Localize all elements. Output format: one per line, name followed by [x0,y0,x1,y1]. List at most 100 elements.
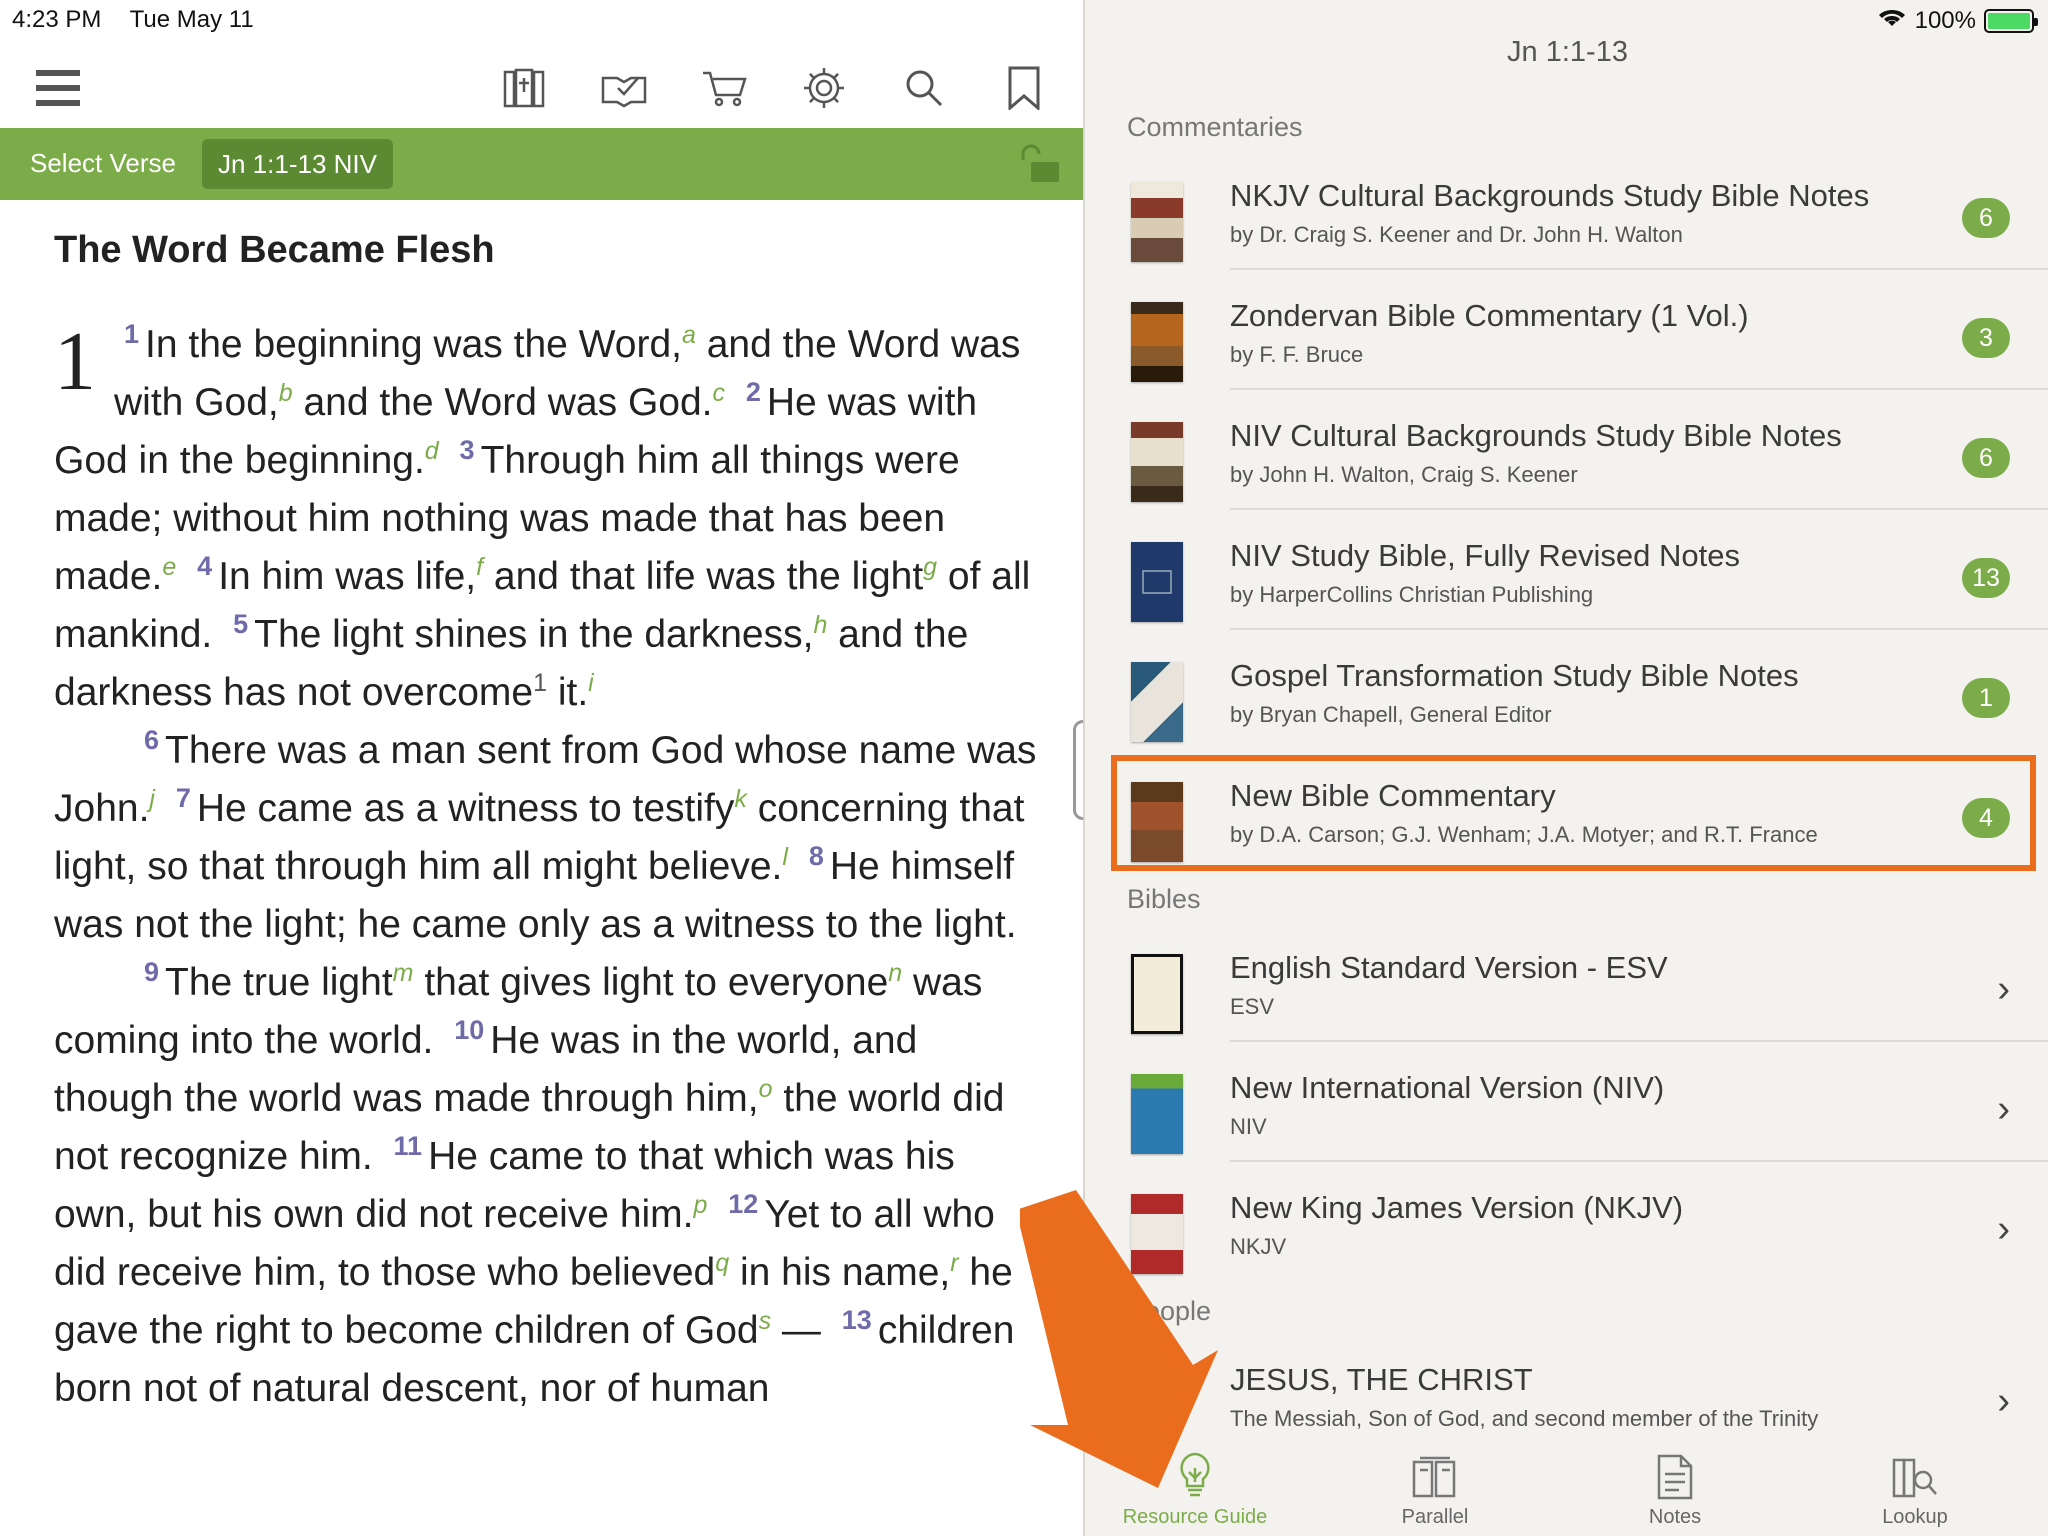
lightbulb-icon [1085,1436,1305,1500]
chapter-number: 1 [54,315,96,408]
footnote-marker[interactable]: g [923,553,937,581]
menu-icon[interactable] [30,60,86,116]
tab-parallel[interactable]: Parallel [1325,1436,1545,1536]
footnote-marker[interactable]: d [425,437,439,465]
tab-resource-guide[interactable]: Resource Guide [1085,1436,1305,1536]
verse-text[interactable]: and that life was the light [483,555,923,598]
book-cover-image [1131,182,1183,262]
select-verse-button[interactable]: Select Verse [30,148,176,179]
resource-title: New King James Version (NKJV) [1230,1190,1684,1225]
lookup-icon [1805,1436,2025,1500]
footnote-marker[interactable]: o [759,1075,773,1103]
book-cover-image [1131,422,1183,502]
scripture-text: The Word Became Flesh 1 1 In the beginnin… [54,222,1044,1418]
store-cart-icon[interactable] [696,60,752,116]
tab-notes[interactable]: Notes [1565,1436,1785,1536]
commentary-row[interactable]: NKJV Cultural Backgrounds Study Bible No… [1085,150,2048,270]
verse-number[interactable]: 6 [144,725,159,755]
count-badge: 6 [1962,198,2010,238]
verse-text[interactable]: He came as a witness to testify [197,787,735,830]
battery-icon [1984,8,2038,33]
verse-text[interactable]: The light shines in the darkness, [254,613,813,656]
verse-text[interactable]: The true light [165,961,393,1004]
person-description: The Messiah, Son of God, and second memb… [1230,1406,1819,1431]
verse-text[interactable]: In him was life, [218,555,476,598]
footnote-marker[interactable]: l [782,843,788,871]
book-cover-image [1131,1194,1183,1274]
section-commentaries: Commentaries [1127,112,1303,142]
resource-title: Gospel Transformation Study Bible Notes [1230,658,1799,693]
verse-text[interactable]: it. [547,671,588,714]
footnote-marker[interactable]: j [149,785,155,813]
footnote-marker[interactable]: b [279,379,293,407]
verse-text[interactable]: In the beginning was the Word, [145,323,682,366]
count-badge: 1 [1962,678,2010,718]
bottom-tab-bar: Resource Guide Parallel Notes Lookup [1085,1436,2048,1536]
bible-row[interactable]: New King James Version (NKJV) NKJV › [1085,1162,2048,1282]
resource-abbrev: NKJV [1230,1234,1287,1259]
resource-abbrev: NIV [1230,1114,1267,1139]
resource-title: New International Version (NIV) [1230,1070,1665,1105]
verse-number[interactable]: 13 [842,1305,872,1335]
chevron-right-icon: › [1997,1380,2010,1422]
search-icon[interactable] [896,60,952,116]
commentary-row[interactable]: Gospel Transformation Study Bible Notes … [1085,630,2048,750]
resource-title: Zondervan Bible Commentary (1 Vol.) [1230,298,1749,333]
verse-number[interactable]: 5 [233,609,248,639]
chevron-right-icon: › [1997,1088,2010,1130]
footnote-marker[interactable]: s [759,1307,772,1335]
resource-author: by HarperCollins Christian Publishing [1230,582,1594,607]
verse-number[interactable]: 7 [176,783,191,813]
footnote-marker[interactable]: k [734,785,747,813]
settings-icon[interactable] [796,60,852,116]
verse-number[interactable]: 10 [454,1015,484,1045]
resource-author: by F. F. Bruce [1230,342,1364,367]
footnote-marker[interactable]: 1 [533,669,547,697]
bookmark-icon[interactable] [996,60,1052,116]
verse-number[interactable]: 11 [394,1131,423,1161]
bible-row[interactable]: New International Version (NIV) NIV › [1085,1042,2048,1162]
unlock-icon[interactable] [1017,144,1061,189]
verse-text[interactable]: that gives light to everyone [413,961,888,1004]
verse-text[interactable]: — [771,1309,821,1352]
verse-number[interactable]: 9 [144,957,159,987]
verse-text[interactable]: in his name, [729,1251,950,1294]
footnote-marker[interactable]: m [393,959,414,987]
verse-number[interactable]: 4 [197,551,212,581]
footnote-marker[interactable]: a [682,321,696,349]
reading-plan-icon[interactable] [596,60,652,116]
reference-pill[interactable]: Jn 1:1-13 NIV [202,139,393,189]
section-bibles: Bibles [1127,884,1201,914]
footnote-marker[interactable]: q [715,1249,729,1277]
commentary-row[interactable]: NIV Study Bible, Fully Revised Notes by … [1085,510,2048,630]
resource-title: NKJV Cultural Backgrounds Study Bible No… [1230,178,1870,213]
footnote-marker[interactable]: n [888,959,902,987]
library-icon[interactable] [496,60,552,116]
verse-number[interactable]: 2 [746,377,761,407]
person-row[interactable]: JESUS, THE CHRIST The Messiah, Son of Go… [1085,1334,2048,1436]
resource-author: by Dr. Craig S. Keener and Dr. John H. W… [1230,222,1683,247]
paragraph-2: 6 There was a man sent from God whose nam… [54,722,1044,954]
resource-guide-title: Jn 1:1-13 [1507,36,1628,68]
resource-abbrev: ESV [1230,994,1275,1019]
commentary-row[interactable]: NIV Cultural Backgrounds Study Bible Not… [1085,390,2048,510]
count-badge: 3 [1962,318,2010,358]
count-badge: 6 [1962,438,2010,478]
chevron-right-icon: › [1997,1208,2010,1250]
verse-number[interactable]: 12 [728,1189,758,1219]
footnote-marker[interactable]: h [813,611,827,639]
footnote-marker[interactable]: c [713,379,726,407]
footnote-marker[interactable]: i [588,669,594,697]
status-bar-left: 4:23 PM Tue May 11 [12,6,276,34]
footnote-marker[interactable]: r [950,1249,958,1277]
verse-text[interactable]: and the Word was God. [293,381,712,424]
verse-number[interactable]: 1 [124,319,139,349]
commentary-row[interactable]: Zondervan Bible Commentary (1 Vol.) by F… [1085,270,2048,390]
footnote-marker[interactable]: e [162,553,176,581]
footnote-marker[interactable]: p [694,1191,708,1219]
verse-number[interactable]: 8 [809,841,824,871]
parallel-books-icon [1325,1436,1545,1500]
tab-lookup[interactable]: Lookup [1805,1436,2025,1536]
verse-number[interactable]: 3 [460,435,475,465]
bible-row[interactable]: English Standard Version - ESV ESV › [1085,922,2048,1042]
